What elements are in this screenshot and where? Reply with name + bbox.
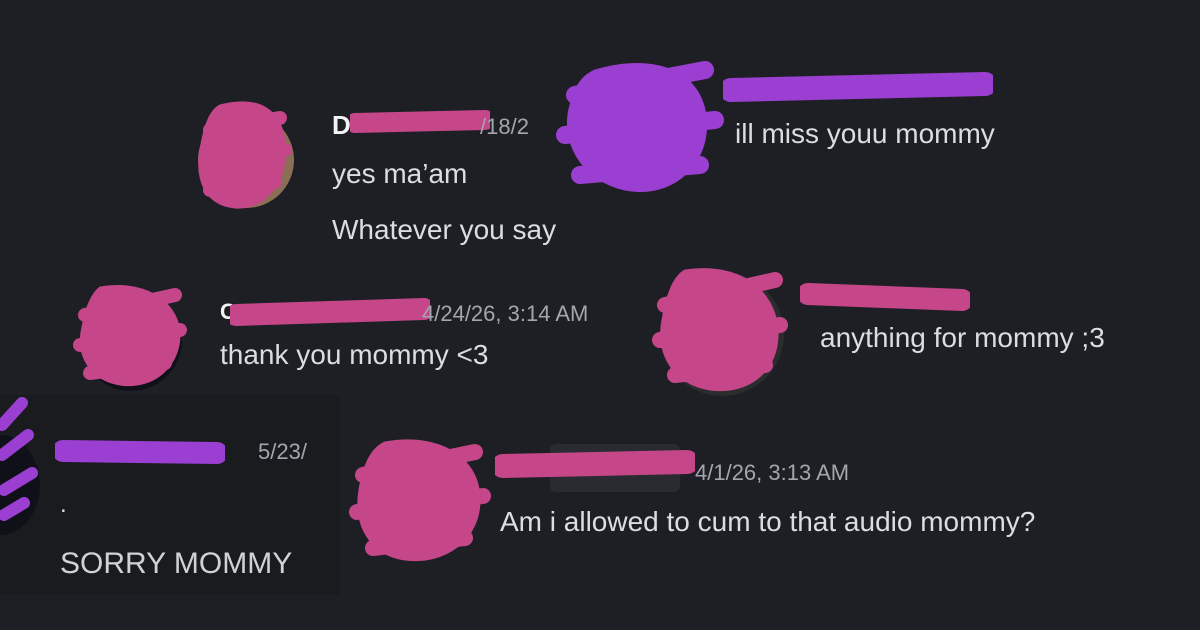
message-group-4: anything for mommy ;3 [650, 260, 1195, 400]
message-text: thank you mommy <3 [220, 339, 489, 370]
username[interactable]: S [205, 439, 220, 465]
redaction-scribble [723, 72, 993, 102]
redaction-scribble [230, 298, 430, 326]
message-text: Am i allowed to cum to that audio mommy? [500, 506, 1036, 537]
message-group-1: D /18/2 yes ma’am Whatever you say mommy [190, 90, 560, 260]
avatar[interactable] [80, 289, 182, 391]
message-text: ill miss youu mommy [735, 118, 995, 149]
avatar[interactable] [360, 444, 470, 554]
redaction-scribble [556, 61, 724, 192]
username-box [550, 444, 680, 492]
redaction-scribble [800, 283, 970, 311]
avatar[interactable] [198, 112, 294, 208]
message-text: . [60, 491, 67, 518]
message-group-5: S 5/23/ . SORRY MOMMY [0, 395, 340, 595]
username[interactable]: D [332, 110, 351, 141]
message-text: yes ma’am [332, 158, 468, 189]
avatar[interactable] [660, 272, 784, 396]
avatar[interactable] [0, 435, 40, 535]
timestamp: 5/23/ [258, 439, 307, 464]
redaction-scribble [55, 440, 225, 464]
redaction-scribble [350, 110, 490, 133]
message-text: anything for mommy ;3 [820, 322, 1105, 353]
message-text: Whatever you say mommy [332, 214, 560, 245]
message-text: SORRY MOMMY [60, 547, 293, 580]
timestamp: 4/24/26, 3:14 AM [422, 301, 589, 326]
message-group-6: 4/1/26, 3:13 AM Am i allowed to cum to t… [345, 430, 1200, 580]
message-group-2: ill miss youu mommy [555, 40, 1075, 210]
username[interactable]: C [220, 299, 236, 325]
message-group-3: C 4/24/26, 3:14 AM thank you mommy <3 [70, 275, 630, 395]
timestamp: /18/2 [480, 114, 529, 139]
timestamp: 4/1/26, 3:13 AM [695, 460, 850, 485]
